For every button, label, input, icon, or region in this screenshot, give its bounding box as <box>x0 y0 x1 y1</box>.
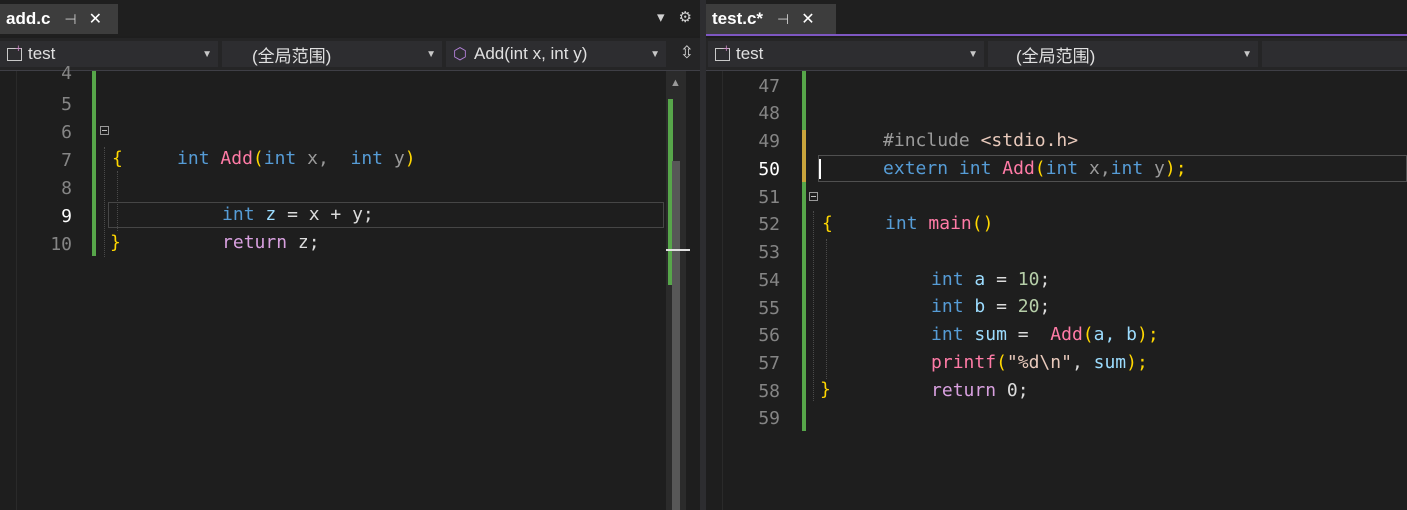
code-line-53: int a = 10; <box>931 269 1051 290</box>
code-line-56: printf("%d\n", sum); <box>931 352 1148 373</box>
left-tab-bar: add.c ⊣ ✕ ▾ ⚙ <box>0 0 700 36</box>
tab-tools: ▾ ⚙ <box>657 8 692 26</box>
change-tracking-bar <box>802 71 806 431</box>
chevron-down-icon: ▼ <box>968 49 978 60</box>
project-label: test <box>28 44 56 63</box>
scope-label: (全局范围) <box>252 46 332 66</box>
code-editor-test-c[interactable]: 47 48 49 50 51 52 53 54 55 56 57 58 59 #… <box>706 71 1407 510</box>
navigation-bar: test ▼ (全局范围) ▼ <box>706 38 1407 71</box>
code-line-58: } <box>820 379 831 400</box>
line-number: 53 <box>758 242 780 263</box>
line-number: 8 <box>61 178 72 199</box>
line-number: 51 <box>758 187 780 208</box>
active-tab-accent <box>706 34 1407 36</box>
line-number: 49 <box>758 131 780 152</box>
line-number: 57 <box>758 353 780 374</box>
line-number: 4 <box>61 63 72 84</box>
line-number: 55 <box>758 298 780 319</box>
project-icon <box>712 43 732 63</box>
collapse-toggle[interactable] <box>809 192 818 201</box>
project-icon <box>4 43 24 63</box>
split-window-icon[interactable]: ⇳ <box>680 43 694 63</box>
code-line-55: int sum = Add(a, b); <box>931 324 1159 345</box>
code-line-6: int Add(int x, int y) <box>177 148 416 169</box>
outline-guide <box>104 147 105 257</box>
code-line-48: #include <stdio.h> <box>883 130 1079 151</box>
vertical-scrollbar[interactable]: ▲ <box>666 71 690 510</box>
scrollbar-caret-marker <box>666 249 690 251</box>
code-editor-add-c[interactable]: 4 5 6 7 8 9 10 int Add(int x, int y) { i… <box>0 63 700 510</box>
scroll-up-arrow-icon[interactable]: ▲ <box>670 77 681 89</box>
tab-label: test.c* <box>712 9 764 28</box>
right-tab-bar: test.c* ⊣ ✕ <box>706 0 1407 36</box>
navigation-bar: test ▼ (全局范围) ▼ ⬡ Add(int x, int y) ▼ ⇳ <box>0 38 700 71</box>
line-number: 48 <box>758 103 780 124</box>
code-line-8: int z = x + y; <box>222 204 374 225</box>
tab-list-dropdown-icon[interactable]: ▾ <box>657 8 665 26</box>
line-number: 47 <box>758 76 780 97</box>
scope-label: (全局范围) <box>1016 46 1096 66</box>
line-number: 59 <box>758 408 780 429</box>
project-label: test <box>736 44 764 63</box>
chevron-down-icon: ▼ <box>650 49 660 60</box>
left-editor-pane: add.c ⊣ ✕ ▾ ⚙ test ▼ (全局范围) ▼ ⬡ Add(int … <box>0 0 700 510</box>
line-number: 58 <box>758 381 780 402</box>
code-line-51: int main() <box>885 213 994 234</box>
line-number: 6 <box>61 122 72 143</box>
tab-add-c[interactable]: add.c ⊣ ✕ <box>0 4 118 34</box>
pin-icon[interactable]: ⊣ <box>777 11 789 28</box>
close-icon[interactable]: ✕ <box>89 9 102 29</box>
right-editor-pane: test.c* ⊣ ✕ test ▼ (全局范围) ▼ 47 48 49 50 … <box>706 0 1407 510</box>
line-number: 7 <box>61 150 72 171</box>
code-line-52: { <box>822 213 833 234</box>
cube-icon: ⬡ <box>453 46 467 63</box>
code-line-10: } <box>110 232 121 253</box>
line-number: 10 <box>50 234 72 255</box>
line-number: 52 <box>758 214 780 235</box>
line-number-current: 9 <box>61 206 72 227</box>
line-number: 5 <box>61 94 72 115</box>
outline-guide <box>813 211 814 401</box>
line-number-current: 50 <box>758 159 780 180</box>
collapse-toggle[interactable] <box>100 126 109 135</box>
member-dropdown[interactable]: ⬡ Add(int x, int y) ▼ <box>446 41 666 67</box>
chevron-down-icon: ▼ <box>202 49 212 60</box>
tab-test-c[interactable]: test.c* ⊣ ✕ <box>706 4 836 34</box>
glyph-margin <box>706 71 723 510</box>
chevron-down-icon: ▼ <box>1242 49 1252 60</box>
unsaved-change-bar <box>802 130 806 182</box>
change-tracking-bar <box>92 71 96 256</box>
gear-icon[interactable]: ⚙ <box>679 8 692 26</box>
project-dropdown[interactable]: test ▼ <box>708 41 984 67</box>
code-line-9: return z; <box>222 232 320 253</box>
code-line-7: { <box>112 148 123 169</box>
code-line-57: return 0; <box>931 380 1029 401</box>
code-line-54: int b = 20; <box>931 296 1051 317</box>
member-dropdown[interactable] <box>1262 41 1407 67</box>
pin-icon[interactable]: ⊣ <box>64 11 76 28</box>
chevron-down-icon: ▼ <box>426 49 436 60</box>
code-line-49: extern int Add(int x,int y); <box>883 158 1187 179</box>
member-label: Add(int x, int y) <box>474 44 588 63</box>
glyph-margin <box>0 71 17 510</box>
tab-label: add.c <box>6 9 51 28</box>
scrollbar-thumb[interactable] <box>672 161 680 510</box>
line-number: 56 <box>758 325 780 346</box>
line-number: 54 <box>758 270 780 291</box>
scope-dropdown[interactable]: (全局范围) ▼ <box>222 41 442 67</box>
scope-dropdown[interactable]: (全局范围) ▼ <box>988 41 1258 67</box>
close-icon[interactable]: ✕ <box>801 9 814 29</box>
